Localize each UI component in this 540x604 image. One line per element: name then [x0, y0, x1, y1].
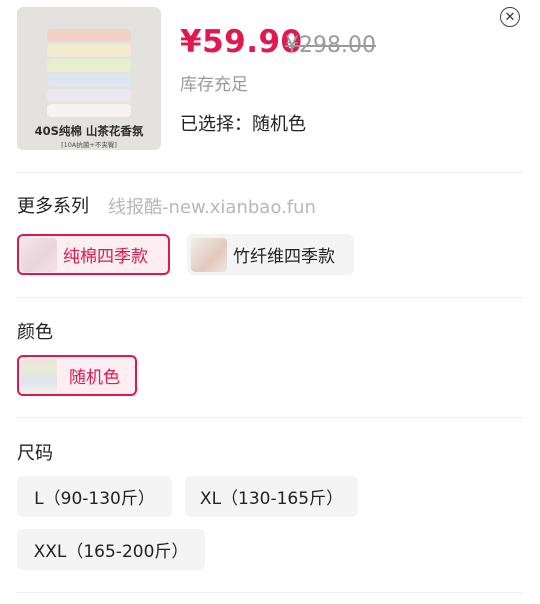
- thumbnail-title: 40S纯棉 山茶花香氛: [34, 124, 144, 138]
- size-section-title: 尺码: [17, 443, 53, 464]
- divider: [17, 172, 523, 173]
- thumbnail-fabric-layer: [47, 29, 131, 42]
- series-option-thumbnail: [21, 237, 57, 272]
- size-option-label: XL（130-165斤）: [199, 489, 344, 509]
- stock-status: 库存充足: [180, 75, 248, 95]
- series-section-title: 更多系列: [17, 196, 89, 217]
- thumbnail-fabric-layer: [47, 59, 131, 72]
- size-option-xxl[interactable]: XXL（165-200斤）: [17, 529, 205, 570]
- series-option-cotton[interactable]: 纯棉四季款: [17, 234, 170, 275]
- series-option-label: 纯棉四季款: [63, 247, 148, 267]
- size-option-xl[interactable]: XL（130-165斤）: [185, 476, 358, 517]
- size-option-l[interactable]: L（90-130斤）: [17, 476, 172, 517]
- thumbnail-fabric-layer: [47, 104, 131, 117]
- selected-variant-text: 已选择：随机色: [180, 114, 306, 135]
- divider: [17, 297, 523, 298]
- color-section-title: 颜色: [17, 322, 53, 343]
- close-button[interactable]: ✕: [500, 7, 520, 27]
- color-option-label: 随机色: [69, 368, 120, 388]
- close-icon: ✕: [504, 9, 516, 25]
- size-option-label: L（90-130斤）: [34, 489, 155, 509]
- watermark-text: 线报酷-new.xianbao.fun: [108, 197, 316, 218]
- color-option-random[interactable]: 随机色: [17, 355, 137, 396]
- series-option-thumbnail: [191, 237, 227, 272]
- thumbnail-subtitle: [10A抗菌+不夹臀]: [61, 141, 117, 149]
- divider: [17, 592, 523, 593]
- size-option-label: XXL（165-200斤）: [33, 542, 189, 562]
- thumbnail-fabric-layer: [47, 89, 131, 102]
- series-option-bamboo[interactable]: 竹纤维四季款: [187, 234, 354, 275]
- thumbnail-fabric-layer: [47, 44, 131, 57]
- color-option-thumbnail: [21, 358, 57, 393]
- thumbnail-fabric-layer: [47, 74, 131, 87]
- product-thumbnail[interactable]: 40S纯棉 山茶花香氛 [10A抗菌+不夹臀]: [17, 7, 161, 150]
- series-option-label: 竹纤维四季款: [233, 247, 335, 267]
- divider: [17, 417, 523, 418]
- original-price: ¥298.00: [285, 33, 376, 58]
